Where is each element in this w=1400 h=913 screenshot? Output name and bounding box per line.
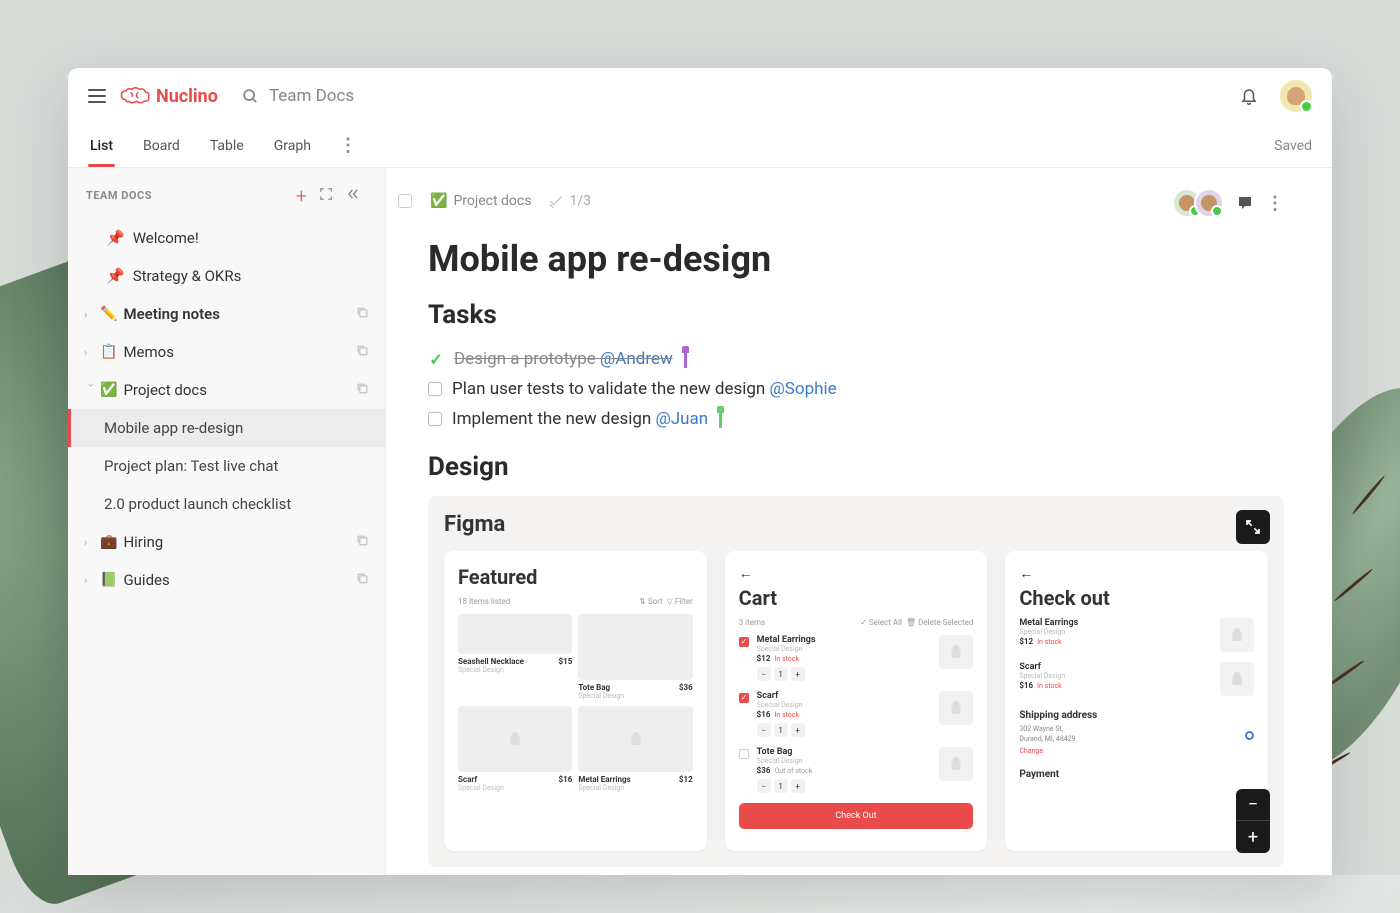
- view-more-icon[interactable]: ⋮: [339, 135, 358, 156]
- task-checkbox[interactable]: [428, 382, 442, 396]
- sidebar-item-project-plan[interactable]: Project plan: Test live chat: [68, 447, 385, 485]
- sidebar-tree: 📌Welcome! 📌Strategy & OKRs ›✏️Meeting no…: [68, 219, 385, 875]
- sidebar-item-mobile-redesign[interactable]: Mobile app re-design: [68, 409, 385, 447]
- search-input[interactable]: Team Docs: [242, 86, 1226, 106]
- saved-status: Saved: [1274, 138, 1312, 154]
- notifications-icon[interactable]: [1240, 87, 1258, 105]
- user-avatar[interactable]: [1280, 80, 1312, 112]
- sidebar-pinned-item[interactable]: 📌Welcome!: [68, 219, 385, 257]
- presence-avatars[interactable]: [1172, 188, 1224, 218]
- view-tabs: List Board Table Graph ⋮ Saved: [68, 124, 1332, 168]
- mention[interactable]: @Juan: [656, 409, 709, 429]
- design-heading: Design: [428, 452, 1284, 482]
- figma-label: Figma: [444, 512, 1268, 537]
- zoom-controls[interactable]: −+: [1236, 789, 1270, 853]
- sidebar-pinned-item[interactable]: 📌Strategy & OKRs: [68, 257, 385, 295]
- app-name: Nuclino: [156, 86, 218, 107]
- stack-icon: [356, 533, 369, 551]
- task-checkbox[interactable]: [428, 412, 442, 426]
- brain-icon: [120, 86, 150, 106]
- topbar: Nuclino Team Docs: [68, 68, 1332, 124]
- doc-more-icon[interactable]: ⋮: [1266, 193, 1284, 214]
- figma-embed[interactable]: Figma −+ Featured 18 items listed⇅ Sort …: [428, 496, 1284, 867]
- tab-list[interactable]: List: [88, 126, 115, 166]
- mockup-cart: ← Cart 3 items✓ Select All 🗑 Delete Sele…: [725, 551, 988, 851]
- sidebar: TEAM DOCS + 📌Welcome! 📌Strategy & OKRs ›…: [68, 168, 386, 875]
- stack-icon: [356, 571, 369, 589]
- mention[interactable]: @Sophie: [770, 379, 837, 399]
- task-progress: 1/3: [549, 193, 591, 209]
- tab-graph[interactable]: Graph: [272, 126, 313, 166]
- presence-cursor: [719, 410, 722, 428]
- document-main: ✅Project docs 1/3 ⋮ Mobile app re-design…: [386, 168, 1332, 875]
- tab-board[interactable]: Board: [141, 126, 182, 166]
- task-item[interactable]: ✓ Design a prototype @Andrew: [428, 344, 1284, 374]
- menu-icon[interactable]: [88, 89, 106, 103]
- collapse-sidebar-icon[interactable]: [339, 182, 367, 209]
- task-item[interactable]: Implement the new design @Juan: [428, 404, 1284, 434]
- search-icon: [242, 88, 259, 105]
- sidebar-item-launch-checklist[interactable]: 2.0 product launch checklist: [68, 485, 385, 523]
- task-item[interactable]: Plan user tests to validate the new desi…: [428, 374, 1284, 404]
- task-checkbox-done[interactable]: ✓: [428, 352, 444, 366]
- sidebar-folder-memos[interactable]: ›📋Memos: [68, 333, 385, 371]
- breadcrumb[interactable]: ✅Project docs: [430, 193, 531, 209]
- checkout-button: Check Out: [739, 803, 974, 829]
- expand-icon[interactable]: [313, 182, 339, 209]
- stack-icon: [356, 381, 369, 399]
- mockup-checkout: ← Check out Metal EarringsSpecial Design…: [1005, 551, 1268, 851]
- zoom-in-icon[interactable]: +: [1236, 821, 1270, 853]
- doc-title[interactable]: Mobile app re-design: [428, 238, 1284, 280]
- sidebar-folder-project-docs[interactable]: ›✅Project docs: [68, 371, 385, 409]
- sidebar-title: TEAM DOCS: [86, 189, 290, 202]
- comments-icon[interactable]: [1236, 194, 1254, 212]
- presence-cursor: [684, 350, 687, 368]
- fullscreen-icon[interactable]: [1236, 510, 1270, 544]
- app-window: Nuclino Team Docs List Board Table Graph…: [68, 68, 1332, 875]
- tasks-heading: Tasks: [428, 300, 1284, 330]
- logo[interactable]: Nuclino: [120, 86, 218, 107]
- sidebar-folder-hiring[interactable]: ›💼Hiring: [68, 523, 385, 561]
- sidebar-folder-guides[interactable]: ›📗Guides: [68, 561, 385, 599]
- stack-icon: [356, 305, 369, 323]
- add-page-icon[interactable]: +: [290, 185, 313, 207]
- checkbox-icon[interactable]: [398, 194, 412, 208]
- search-placeholder: Team Docs: [269, 86, 354, 106]
- sidebar-folder-meeting-notes[interactable]: ›✏️Meeting notes: [68, 295, 385, 333]
- zoom-out-icon[interactable]: −: [1236, 789, 1270, 821]
- mockup-featured: Featured 18 items listed⇅ Sort ▽ Filter …: [444, 551, 707, 851]
- stack-icon: [356, 343, 369, 361]
- tab-table[interactable]: Table: [208, 126, 246, 166]
- mention[interactable]: @Andrew: [600, 349, 673, 369]
